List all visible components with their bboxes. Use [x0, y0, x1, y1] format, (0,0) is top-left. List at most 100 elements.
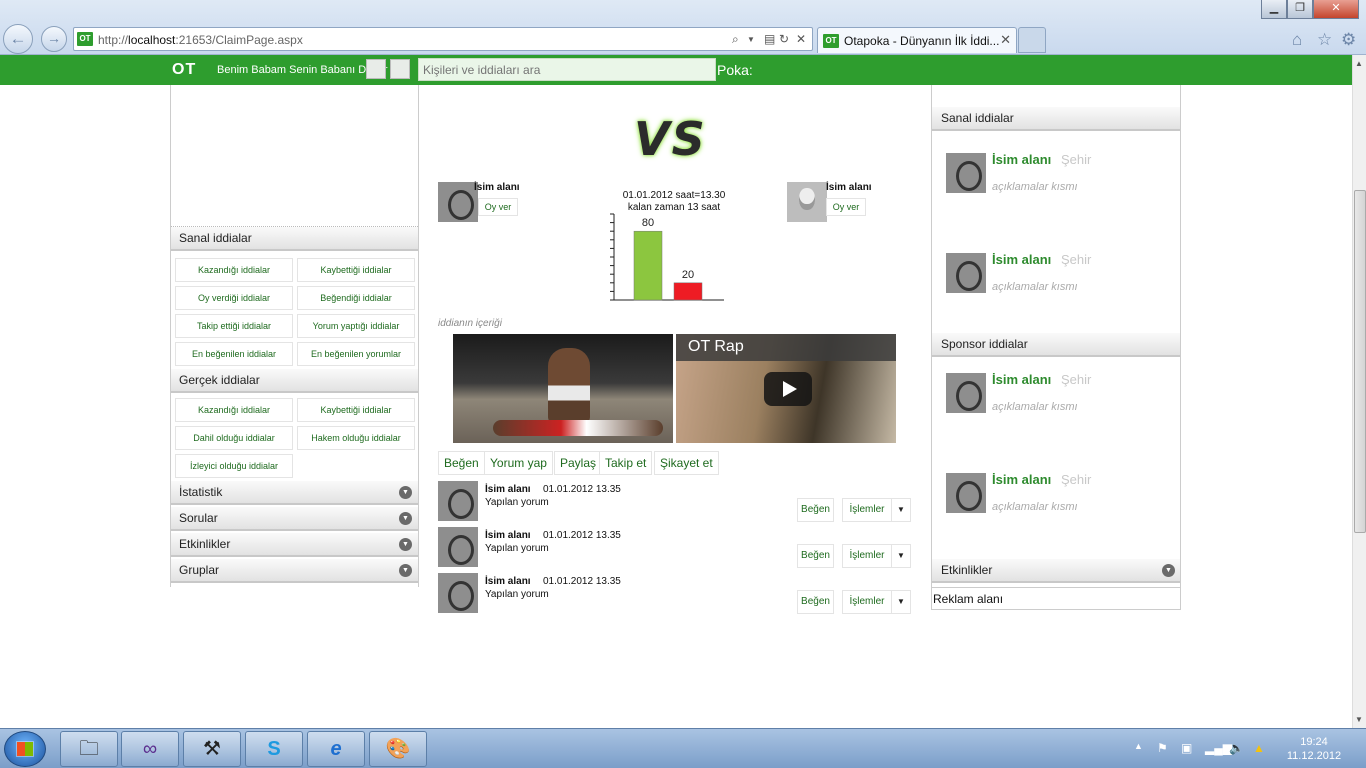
volume-icon[interactable]: 🔈 — [1229, 741, 1244, 755]
comment-like-button[interactable]: Beğen — [797, 590, 834, 614]
chevron-down-icon[interactable]: ▼ — [891, 590, 911, 614]
scroll-thumb[interactable] — [1354, 190, 1366, 533]
chevron-down-icon[interactable]: ▼ — [399, 538, 412, 551]
share-button[interactable]: Paylaş — [554, 451, 603, 475]
accordion-sorular[interactable]: Sorular ▼ — [171, 507, 418, 531]
comment-button[interactable]: Yorum yap — [484, 451, 553, 475]
gear-icon[interactable]: ⚙ — [1341, 30, 1356, 50]
left-vote-button[interactable]: Oy ver — [478, 198, 518, 216]
right-item-name[interactable]: İsim alanı — [992, 252, 1051, 267]
skype-icon[interactable]: S — [245, 731, 303, 767]
dropdown-icon[interactable]: ▼ — [747, 35, 755, 44]
gercek-link-won[interactable]: Kazandığı iddialar — [175, 398, 293, 422]
left-contender-avatar[interactable] — [438, 182, 478, 222]
browser-tab[interactable]: OT Otapoka - Dünyanın İlk İddi... ✕ — [817, 27, 1017, 53]
scroll-down-icon[interactable]: ▼ — [1355, 715, 1363, 724]
forward-button[interactable]: → — [41, 26, 67, 52]
video-player[interactable]: OT Rap — [676, 334, 896, 443]
report-button[interactable]: Şikayet et — [654, 451, 719, 475]
google-drive-icon[interactable]: ▲ — [1253, 741, 1265, 755]
search-input[interactable] — [418, 58, 716, 81]
start-button[interactable] — [4, 731, 46, 767]
accordion-gruplar[interactable]: Gruplar ▼ — [171, 559, 418, 583]
address-bar[interactable]: OT http://localhost:21653/ClaimPage.aspx… — [73, 27, 813, 51]
chevron-down-icon[interactable]: ▼ — [399, 512, 412, 525]
ad-area[interactable]: Reklam alanı — [931, 587, 1181, 610]
close-window-button[interactable]: ✕ — [1313, 0, 1359, 19]
comment-actions-button[interactable]: İşlemler — [842, 498, 892, 522]
file-explorer-icon[interactable]: 🗀 — [60, 731, 118, 767]
favorites-star-icon[interactable]: ☆ — [1317, 30, 1332, 50]
tools-icon[interactable]: ⚒ — [183, 731, 241, 767]
right-contender-avatar[interactable] — [787, 182, 827, 222]
new-tab-button[interactable] — [1018, 27, 1046, 53]
right-item-name[interactable]: İsim alanı — [992, 152, 1051, 167]
sanal-link-voted[interactable]: Oy verdiği iddialar — [175, 286, 293, 310]
maximize-button[interactable]: ❐ — [1287, 0, 1313, 19]
left-contender-name[interactable]: İsim alanı — [474, 182, 520, 193]
right-item-avatar[interactable] — [946, 153, 986, 193]
comment-like-button[interactable]: Beğen — [797, 498, 834, 522]
like-button[interactable]: Beğen — [438, 451, 485, 475]
gercek-link-referee[interactable]: Hakem olduğu iddialar — [297, 426, 415, 450]
sanal-link-followed[interactable]: Takip ettiği iddialar — [175, 314, 293, 338]
chevron-down-icon[interactable]: ▼ — [891, 544, 911, 568]
gercek-link-lost[interactable]: Kaybettiği iddialar — [297, 398, 415, 422]
gercek-link-spectator[interactable]: İzleyici olduğu iddialar — [175, 454, 293, 478]
chevron-down-icon[interactable]: ▼ — [1162, 564, 1175, 577]
claim-photo[interactable] — [453, 334, 673, 443]
comment-avatar[interactable] — [438, 527, 478, 567]
paint-icon[interactable]: 🎨 — [369, 731, 427, 767]
header-square-button-2[interactable] — [390, 59, 410, 79]
comment-author[interactable]: İsim alanı — [485, 576, 531, 587]
comment-avatar[interactable] — [438, 573, 478, 613]
accordion-etkinlikler[interactable]: Etkinlikler ▼ — [171, 533, 418, 557]
sanal-link-most-liked-comments[interactable]: En beğenilen yorumlar — [297, 342, 415, 366]
vertical-scrollbar[interactable]: ▲ ▼ — [1352, 55, 1366, 728]
right-item-avatar[interactable] — [946, 373, 986, 413]
compatibility-icon[interactable]: ▤ — [764, 32, 775, 46]
sanal-link-most-liked-claims[interactable]: En beğenilen iddialar — [175, 342, 293, 366]
sanal-link-won[interactable]: Kazandığı iddialar — [175, 258, 293, 282]
search-icon[interactable]: ⌕ — [732, 32, 739, 47]
minimize-button[interactable]: ▁ — [1261, 0, 1287, 19]
sanal-link-lost[interactable]: Kaybettiği iddialar — [297, 258, 415, 282]
stop-icon[interactable]: ✕ — [796, 32, 806, 46]
action-center-flag-icon[interactable]: ⚑ — [1157, 741, 1168, 755]
right-item-name[interactable]: İsim alanı — [992, 372, 1051, 387]
site-logo[interactable]: OT — [172, 61, 196, 79]
gercek-link-involved[interactable]: Dahil olduğu iddialar — [175, 426, 293, 450]
chevron-down-icon[interactable]: ▼ — [891, 498, 911, 522]
header-square-button-1[interactable] — [366, 59, 386, 79]
back-button[interactable]: ← — [3, 24, 33, 54]
right-item-name[interactable]: İsim alanı — [992, 472, 1051, 487]
follow-button[interactable]: Takip et — [599, 451, 653, 475]
visual-studio-icon[interactable]: ∞ — [121, 731, 179, 767]
tab-close-icon[interactable]: ✕ — [1000, 32, 1011, 48]
right-item-avatar[interactable] — [946, 253, 986, 293]
comment-like-button[interactable]: Beğen — [797, 544, 834, 568]
right-vote-button[interactable]: Oy ver — [826, 198, 866, 216]
scroll-up-icon[interactable]: ▲ — [1355, 59, 1363, 68]
comment-actions-button[interactable]: İşlemler — [842, 544, 892, 568]
internet-explorer-icon[interactable]: e — [307, 731, 365, 767]
comment-author[interactable]: İsim alanı — [485, 530, 531, 541]
right-contender-name[interactable]: İsim alanı — [826, 182, 872, 193]
usb-icon[interactable]: ▣ — [1181, 741, 1192, 755]
comment-avatar[interactable] — [438, 481, 478, 521]
comment-actions-button[interactable]: İşlemler — [842, 590, 892, 614]
system-clock[interactable]: 19:24 11.12.2012 — [1282, 735, 1346, 763]
home-icon[interactable]: ⌂ — [1292, 30, 1302, 50]
refresh-icon[interactable]: ↻ — [779, 32, 789, 46]
tray-expand-icon[interactable]: ▲ — [1134, 741, 1143, 751]
accordion-istatistik[interactable]: İstatistik ▼ — [171, 481, 418, 505]
right-events-header[interactable]: Etkinlikler ▼ — [932, 559, 1180, 583]
chevron-down-icon[interactable]: ▼ — [399, 564, 412, 577]
network-icon[interactable]: ▂▄▆ — [1205, 741, 1232, 755]
play-icon[interactable] — [764, 372, 812, 406]
right-item-avatar[interactable] — [946, 473, 986, 513]
chevron-down-icon[interactable]: ▼ — [399, 486, 412, 499]
sanal-link-commented[interactable]: Yorum yaptığı iddialar — [297, 314, 415, 338]
sanal-link-liked[interactable]: Beğendiği iddialar — [297, 286, 415, 310]
comment-author[interactable]: İsim alanı — [485, 484, 531, 495]
